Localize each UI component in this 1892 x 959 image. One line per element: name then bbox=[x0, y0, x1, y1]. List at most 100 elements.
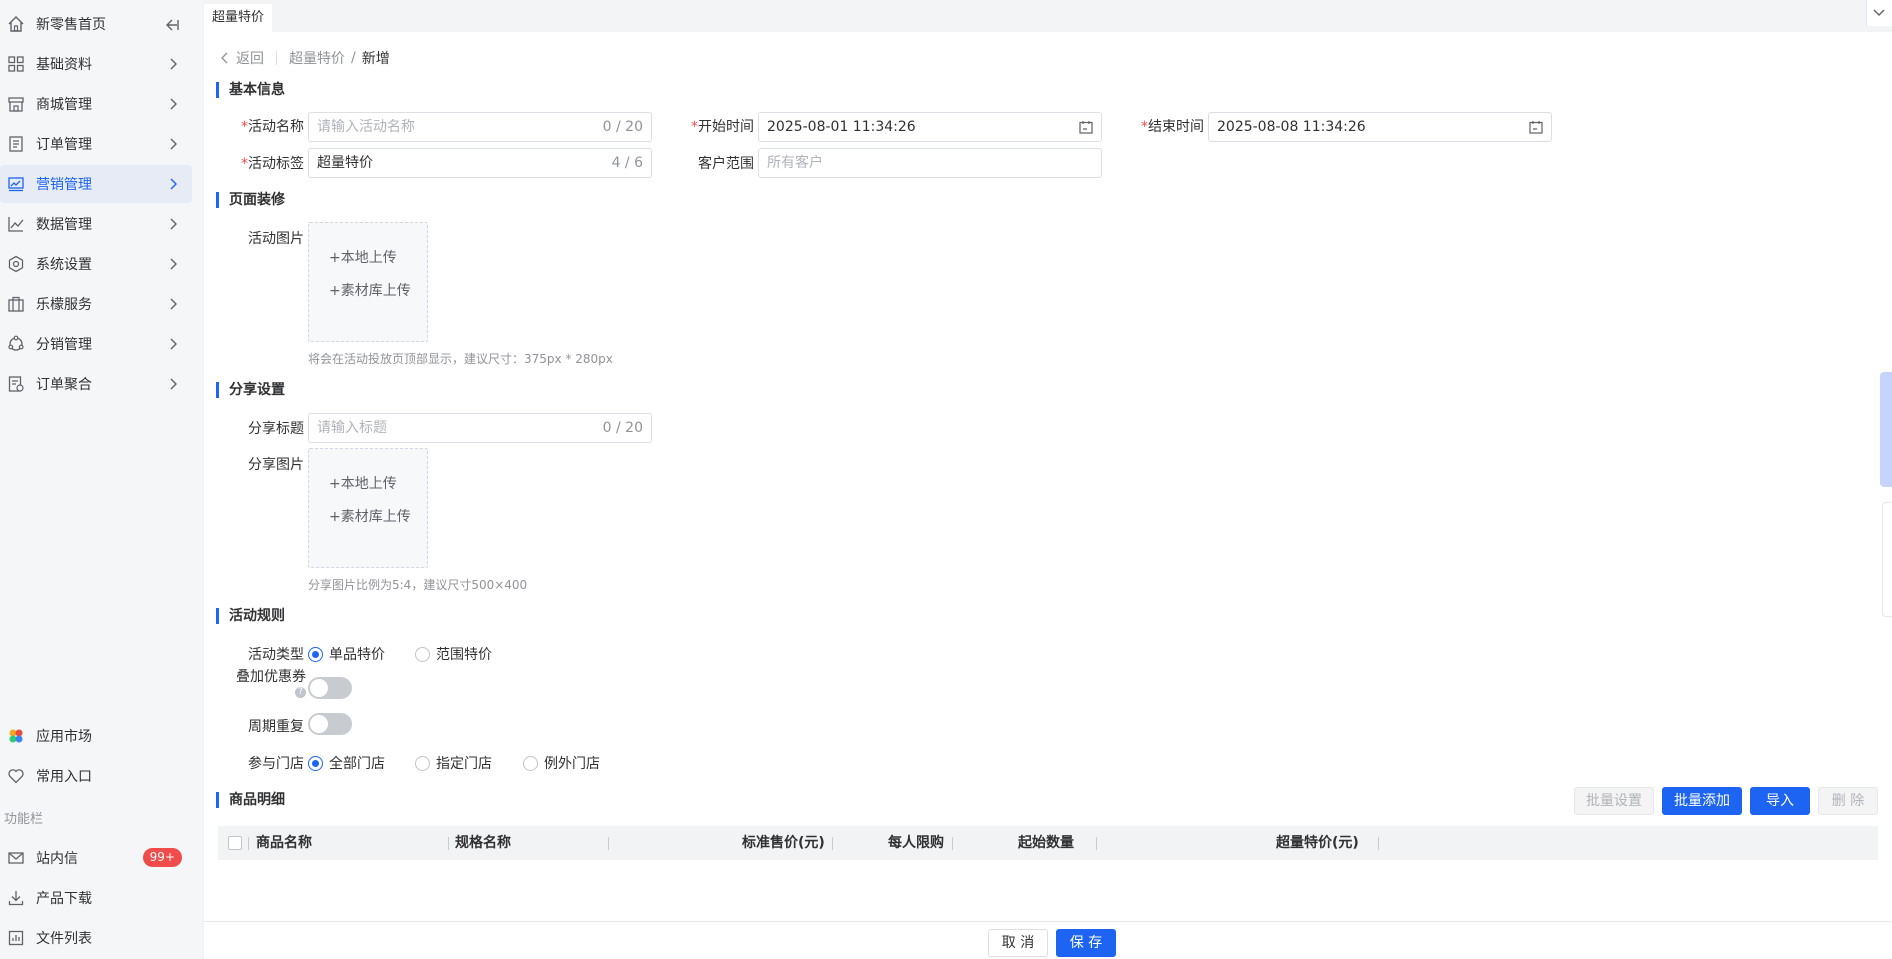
breadcrumb-parent[interactable]: 超量特价 bbox=[289, 48, 345, 68]
activity-tag-input[interactable]: 超量特价 4 / 6 bbox=[308, 148, 652, 178]
breadcrumb-separator: / bbox=[351, 50, 356, 66]
column-divider bbox=[448, 837, 449, 850]
local-upload-button[interactable]: +本地上传 bbox=[329, 473, 397, 493]
chevron-right-icon bbox=[170, 98, 177, 110]
unread-badge: 99+ bbox=[142, 848, 182, 867]
activity-name-input[interactable]: 请输入活动名称 0 / 20 bbox=[308, 112, 652, 142]
end-time-picker[interactable]: 2025-08-08 11:34:26 bbox=[1208, 112, 1552, 142]
cancel-button[interactable]: 取 消 bbox=[988, 929, 1048, 957]
radio-specified-stores[interactable]: 指定门店 bbox=[415, 753, 492, 773]
help-icon[interactable]: ? bbox=[295, 686, 306, 698]
radio-single-item[interactable]: 单品特价 bbox=[308, 644, 385, 664]
activity-name-count: 0 / 20 bbox=[602, 119, 643, 135]
chevron-right-icon bbox=[170, 178, 177, 190]
chevron-right-icon bbox=[170, 258, 177, 270]
sidebar-item-file-list[interactable]: 文件列表 bbox=[0, 919, 192, 957]
sidebar-item-marketing[interactable]: 营销管理 bbox=[0, 165, 192, 203]
activity-type-label: 活动类型 bbox=[248, 647, 304, 663]
sidebar-item-app-market[interactable]: 应用市场 bbox=[0, 717, 192, 755]
column-spec-name: 规格名称 bbox=[455, 835, 511, 851]
sidebar-item-label: 数据管理 bbox=[36, 217, 92, 233]
sidebar-item-orders[interactable]: 订单管理 bbox=[0, 125, 192, 163]
stack-coupon-label: 叠加优惠券 ? bbox=[236, 669, 306, 698]
cycle-repeat-label: 周期重复 bbox=[248, 719, 304, 735]
cycle-repeat-switch[interactable] bbox=[308, 713, 352, 735]
sidebar-item-aggregate[interactable]: 订单聚合 bbox=[0, 365, 192, 403]
radio-dot bbox=[415, 755, 430, 771]
side-float-panel[interactable] bbox=[1880, 372, 1892, 487]
sidebar-item-label: 商城管理 bbox=[36, 97, 92, 113]
sidebar-item-mall[interactable]: 商城管理 bbox=[0, 85, 192, 123]
stack-coupon-switch[interactable] bbox=[308, 677, 352, 699]
sidebar-item-distribution[interactable]: 分销管理 bbox=[0, 325, 192, 363]
function-bar-label: 功能栏 bbox=[4, 812, 44, 827]
section-page-decoration: 页面装修 bbox=[216, 192, 285, 208]
save-button[interactable]: 保 存 bbox=[1056, 929, 1116, 957]
marketing-icon bbox=[8, 177, 24, 192]
activity-image-upload: +本地上传 +素材库上传 bbox=[308, 222, 428, 342]
sidebar-item-label: 基础资料 bbox=[36, 57, 92, 73]
sidebar-item-messages[interactable]: 站内信 99+ bbox=[0, 839, 192, 877]
sidebar-item-downloads[interactable]: 产品下载 bbox=[0, 879, 192, 917]
home-icon bbox=[8, 16, 24, 32]
file-list-icon bbox=[8, 930, 24, 946]
activity-name-label: *活动名称 bbox=[241, 119, 304, 135]
sidebar-item-label: 营销管理 bbox=[36, 177, 92, 193]
sidebar-item-label: 站内信 bbox=[36, 851, 78, 867]
sidebar-item-service[interactable]: 乐檬服务 bbox=[0, 285, 192, 323]
start-time-picker[interactable]: 2025-08-01 11:34:26 bbox=[758, 112, 1102, 142]
app-market-icon bbox=[9, 729, 23, 743]
import-button[interactable]: 导入 bbox=[1750, 787, 1810, 815]
chevron-right-icon bbox=[170, 338, 177, 350]
end-time-label: *结束时间 bbox=[1141, 119, 1204, 135]
sidebar-item-basic-data[interactable]: 基础资料 bbox=[0, 45, 192, 83]
share-title-input[interactable]: 请输入标题 0 / 20 bbox=[308, 413, 652, 443]
chevron-right-icon bbox=[170, 58, 177, 70]
column-divider bbox=[952, 837, 953, 850]
customer-scope-select[interactable]: 所有客户 bbox=[758, 148, 1102, 178]
radio-all-stores[interactable]: 全部门店 bbox=[308, 753, 385, 773]
customer-scope-placeholder: 所有客户 bbox=[767, 155, 823, 171]
breadcrumb: 返回 超量特价 / 新增 bbox=[218, 48, 390, 68]
share-title-label: 分享标题 bbox=[248, 421, 304, 437]
required-mark: * bbox=[241, 119, 248, 135]
select-all-checkbox[interactable] bbox=[228, 836, 242, 850]
stores-label: 参与门店 bbox=[248, 756, 304, 772]
customer-scope-label: 客户范围 bbox=[698, 156, 754, 172]
sidebar-item-favorites[interactable]: 常用入口 bbox=[0, 757, 192, 795]
sidebar-item-label: 应用市场 bbox=[36, 729, 92, 745]
library-upload-button[interactable]: +素材库上传 bbox=[329, 280, 411, 300]
section-basic-info: 基本信息 bbox=[216, 82, 285, 98]
library-upload-button[interactable]: +素材库上传 bbox=[329, 506, 411, 526]
back-label: 返回 bbox=[236, 51, 264, 67]
column-divider bbox=[248, 837, 249, 850]
tab-menu-button[interactable] bbox=[1866, 0, 1892, 26]
radio-excluded-stores[interactable]: 例外门店 bbox=[523, 753, 600, 773]
side-float-tools[interactable] bbox=[1882, 502, 1892, 617]
sidebar-item-label: 新零售首页 bbox=[36, 17, 106, 33]
sidebar-item-home[interactable]: 新零售首页 bbox=[0, 5, 192, 43]
column-standard-price: 标准售价(元) bbox=[742, 835, 825, 851]
calendar-icon bbox=[1529, 121, 1543, 134]
share-image-hint: 分享图片比例为5:4，建议尺寸500×400 bbox=[308, 578, 528, 592]
sidebar-item-data[interactable]: 数据管理 bbox=[0, 205, 192, 243]
grid-icon bbox=[8, 56, 24, 72]
breadcrumb-divider bbox=[276, 51, 277, 65]
radio-range[interactable]: 范围特价 bbox=[415, 644, 492, 664]
batch-set-button[interactable]: 批量设置 bbox=[1574, 787, 1654, 815]
goods-table-header: 商品名称 规格名称 标准售价(元) 每人限购 起始数量 超量特价(元) bbox=[218, 826, 1878, 860]
tab-super-special[interactable]: 超量特价 bbox=[204, 4, 273, 32]
sidebar-item-label: 乐檬服务 bbox=[36, 297, 92, 313]
local-upload-button[interactable]: +本地上传 bbox=[329, 247, 397, 267]
calendar-icon bbox=[1079, 121, 1093, 134]
share-title-count: 0 / 20 bbox=[602, 420, 643, 436]
tab-bar: 超量特价 bbox=[204, 0, 1892, 32]
chevron-left-icon bbox=[221, 52, 228, 64]
sidebar-item-settings[interactable]: 系统设置 bbox=[0, 245, 192, 283]
back-link[interactable]: 返回 bbox=[218, 48, 264, 68]
section-activity-rules: 活动规则 bbox=[216, 608, 285, 624]
batch-add-button[interactable]: 批量添加 bbox=[1662, 787, 1742, 815]
collapse-sidebar-icon[interactable] bbox=[164, 17, 180, 33]
delete-button[interactable]: 删 除 bbox=[1818, 787, 1878, 815]
sidebar-item-label: 常用入口 bbox=[36, 769, 92, 785]
